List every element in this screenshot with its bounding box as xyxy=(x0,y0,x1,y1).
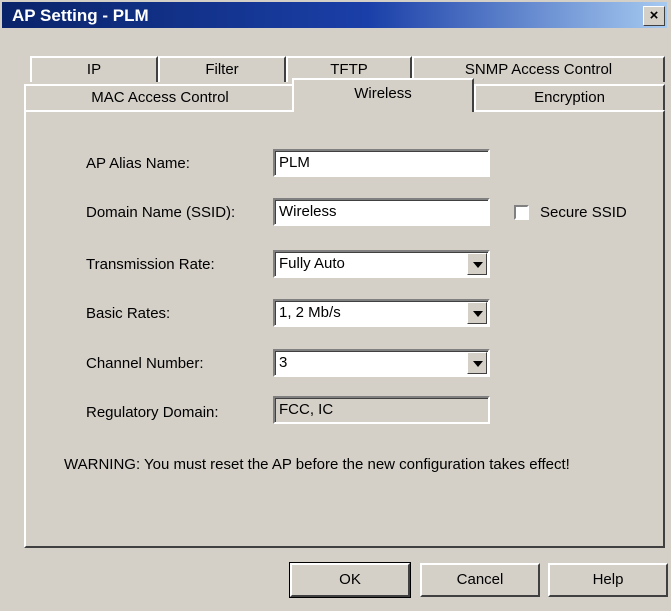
reg-domain-field: FCC, IC xyxy=(273,396,490,424)
chevron-down-icon[interactable] xyxy=(467,352,487,374)
secure-ssid-label[interactable]: Secure SSID xyxy=(540,204,627,221)
channel-label: Channel Number: xyxy=(86,355,204,372)
alias-input[interactable]: PLM xyxy=(273,149,490,177)
basic-rates-value: 1, 2 Mb/s xyxy=(279,304,341,321)
basic-rates-label: Basic Rates: xyxy=(86,305,171,322)
tx-rate-select[interactable]: Fully Auto xyxy=(273,250,490,278)
warning-text: WARNING: You must reset the AP before th… xyxy=(64,456,570,473)
reg-domain-label: Regulatory Domain: xyxy=(86,404,219,421)
secure-ssid-checkbox[interactable] xyxy=(514,205,529,220)
basic-rates-select[interactable]: 1, 2 Mb/s xyxy=(273,299,490,327)
ssid-label: Domain Name (SSID): xyxy=(86,204,236,221)
ssid-input[interactable]: Wireless xyxy=(273,198,490,226)
ap-setting-dialog: AP Setting - PLM × IP Filter TFTP SNMP A… xyxy=(0,0,671,611)
alias-label: AP Alias Name: xyxy=(86,155,190,172)
channel-select[interactable]: 3 xyxy=(273,349,490,377)
channel-value: 3 xyxy=(279,354,288,371)
tx-rate-label: Transmission Rate: xyxy=(86,256,215,273)
tx-rate-value: Fully Auto xyxy=(279,255,345,272)
chevron-down-icon[interactable] xyxy=(467,253,487,275)
form-layer: AP Alias Name: PLM Domain Name (SSID): W… xyxy=(0,0,671,611)
chevron-down-icon[interactable] xyxy=(467,302,487,324)
